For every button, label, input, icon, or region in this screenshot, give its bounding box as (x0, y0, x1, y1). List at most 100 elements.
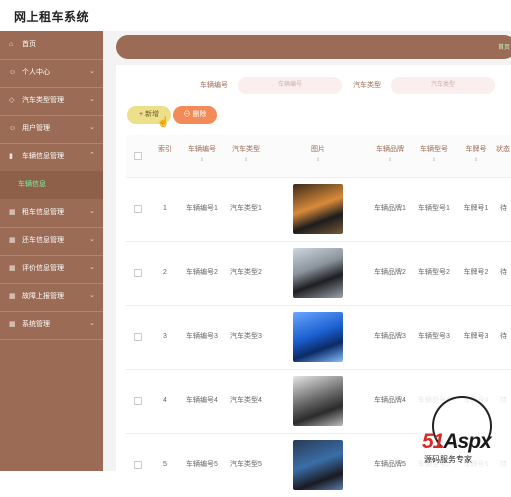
sidebar-item-home[interactable]: ⌂ 首页 (0, 31, 103, 60)
cell-model: 车辆型号2 (418, 269, 450, 276)
select-all-checkbox[interactable] (134, 152, 142, 160)
chevron-down-icon: ⌄ (89, 124, 95, 131)
chevron-down-icon: ⌄ (89, 96, 95, 103)
chevron-down-icon: ⌄ (89, 292, 95, 299)
chevron-down-icon: ⌄ (89, 320, 95, 327)
cell-model: 车辆型号1 (418, 205, 450, 212)
cell-plate: 车牌号2 (463, 269, 489, 276)
sidebar-item-label: 租车信息管理 (22, 209, 64, 216)
search-car-type-input[interactable]: 汽车类型 (391, 77, 495, 94)
logo-text: 51Aspx (422, 430, 492, 453)
cell-brand: 车辆品牌1 (374, 205, 406, 212)
shield-icon: ◇ (9, 97, 15, 104)
search-car-no-input[interactable]: 车辆编号 (238, 77, 342, 94)
row-checkbox[interactable] (134, 205, 142, 213)
sidebar-item-personal-center[interactable]: ☺ 个人中心 ⌄ (0, 59, 103, 88)
bar-chart-icon: ▮ (9, 153, 13, 160)
cell-plate: 车牌号1 (463, 205, 489, 212)
watermark-logo: 51Aspx 源码服务专家 (418, 392, 511, 471)
table-row[interactable]: 2 车辆编号2 汽车类型2 车辆品牌2 车辆型号2 车牌号2 待 (126, 241, 511, 306)
sidebar-item-label: 系统管理 (22, 321, 50, 328)
sidebar-item-users[interactable]: ☺ 用户管理 ⌄ (0, 115, 103, 144)
cell-car-type: 汽车类型2 (230, 269, 262, 276)
chevron-down-icon: ⌄ (89, 236, 95, 243)
cell-index: 3 (163, 333, 167, 340)
chevron-down-icon: ⌄ (89, 264, 95, 271)
delete-button[interactable]: ⊖ 删除 (173, 106, 217, 124)
header-car-no[interactable]: 车辆编号 ⇕ (180, 135, 224, 178)
cell-brand: 车辆品牌4 (374, 397, 406, 404)
row-checkbox[interactable] (134, 461, 142, 469)
grid-icon: ▦ (9, 321, 16, 328)
car-photo[interactable] (293, 312, 343, 362)
logo-subtitle: 源码服务专家 (424, 455, 472, 464)
grid-icon: ▦ (9, 209, 16, 216)
car-photo[interactable] (293, 248, 343, 298)
chevron-down-icon: ⌄ (89, 208, 95, 215)
sidebar-item-car-type[interactable]: ◇ 汽车类型管理 ⌄ (0, 87, 103, 116)
car-photo[interactable] (293, 184, 343, 234)
cell-index: 5 (163, 461, 167, 468)
cell-index: 1 (163, 205, 167, 212)
sort-icon[interactable]: ⇕ (456, 157, 496, 163)
header-photo[interactable]: 图片 ⇕ (268, 135, 368, 178)
sidebar-item-vehicle-info[interactable]: ▮ 车辆信息管理 ⌃ (0, 143, 103, 172)
cell-car-no: 车辆编号1 (186, 205, 218, 212)
sidebar-item-system[interactable]: ▦ 系统管理 ⌄ (0, 311, 103, 340)
sort-icon[interactable]: ⇕ (180, 157, 224, 163)
row-checkbox[interactable] (134, 269, 142, 277)
sidebar-item-label: 个人中心 (22, 69, 50, 76)
header-status[interactable]: 状态 (496, 135, 511, 178)
cell-status: 待 (500, 205, 507, 212)
header-brand[interactable]: 车辆品牌 ⇕ (368, 135, 412, 178)
cell-brand: 车辆品牌2 (374, 269, 406, 276)
sort-icon[interactable]: ⇕ (368, 157, 412, 163)
header-plate[interactable]: 车牌号 ⇕ (456, 135, 496, 178)
search-car-no-label: 车辆编号 (200, 82, 228, 89)
mouse-cursor-icon: ☝ (157, 117, 170, 128)
sidebar-item-return-info[interactable]: ▦ 还车信息管理 ⌄ (0, 227, 103, 256)
grid-icon: ▦ (9, 293, 16, 300)
table-row[interactable]: 1 车辆编号1 汽车类型1 车辆品牌1 车辆型号1 车牌号1 待 (126, 177, 511, 242)
sidebar-item-reviews[interactable]: ▦ 评价信息管理 ⌄ (0, 255, 103, 284)
chevron-down-icon: ⌄ (89, 68, 95, 75)
top-header: 网上租车系统 (0, 0, 511, 32)
sidebar-item-label: 评价信息管理 (22, 265, 64, 272)
cell-status: 待 (500, 333, 507, 340)
sort-icon[interactable]: ⇕ (224, 157, 268, 163)
sidebar: ⌂ 首页 ☺ 个人中心 ⌄ ◇ 汽车类型管理 ⌄ ☺ 用户管理 ⌄ ▮ 车辆信息… (0, 31, 103, 471)
sidebar-item-label: 用户管理 (22, 125, 50, 132)
cell-index: 2 (163, 269, 167, 276)
grid-icon: ▦ (9, 265, 16, 272)
header-car-type[interactable]: 汽车类型 ⇕ (224, 135, 268, 178)
cell-car-type: 汽车类型3 (230, 333, 262, 340)
cell-index: 4 (163, 397, 167, 404)
sort-icon[interactable]: ⇕ (412, 157, 456, 163)
row-checkbox[interactable] (134, 333, 142, 341)
cell-car-no: 车辆编号5 (186, 461, 218, 468)
sidebar-item-label: 还车信息管理 (22, 237, 64, 244)
cell-model: 车辆型号3 (418, 333, 450, 340)
cell-car-type: 汽车类型5 (230, 461, 262, 468)
home-icon: ⌂ (9, 41, 14, 48)
header-index: 索引 (150, 135, 180, 178)
cell-status: 待 (500, 269, 507, 276)
app-title: 网上租车系统 (14, 10, 90, 24)
breadcrumb: 首页 (116, 35, 511, 59)
user-icon: ☺ (9, 69, 17, 76)
sidebar-item-fault-reports[interactable]: ▦ 故障上报管理 ⌄ (0, 283, 103, 312)
sidebar-subitem-label: 车辆信息 (18, 181, 46, 188)
row-checkbox[interactable] (134, 397, 142, 405)
car-photo[interactable] (293, 440, 343, 490)
sidebar-item-rental-info[interactable]: ▦ 租车信息管理 ⌄ (0, 199, 103, 228)
sidebar-subitem-vehicle-info[interactable]: 车辆信息 (0, 171, 103, 199)
sidebar-item-label: 汽车类型管理 (22, 97, 64, 104)
sort-icon[interactable]: ⇕ (268, 157, 368, 163)
sidebar-item-label: 首页 (22, 41, 36, 48)
breadcrumb-home[interactable]: 首页 (498, 42, 510, 51)
car-photo[interactable] (293, 376, 343, 426)
header-model[interactable]: 车辆型号 ⇕ (412, 135, 456, 178)
cell-car-type: 汽车类型4 (230, 397, 262, 404)
cell-car-no: 车辆编号4 (186, 397, 218, 404)
table-row[interactable]: 3 车辆编号3 汽车类型3 车辆品牌3 车辆型号3 车牌号3 待 (126, 305, 511, 370)
